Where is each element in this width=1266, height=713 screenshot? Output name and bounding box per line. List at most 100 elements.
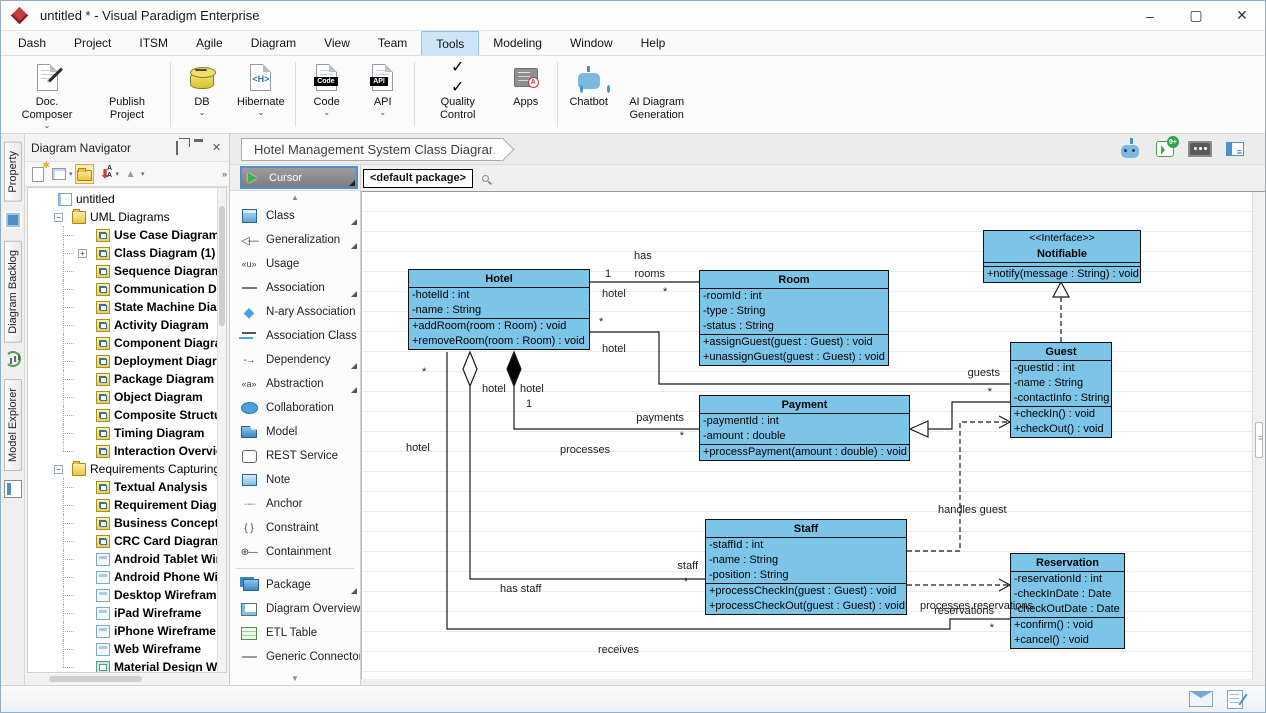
tree-item-ipad-wireframe[interactable]: iPad Wireframe bbox=[28, 604, 217, 622]
toolbar-button-apps[interactable]: AApps bbox=[498, 56, 554, 133]
menu-item-diagram[interactable]: Diagram bbox=[237, 31, 310, 55]
uml-class-notifiable[interactable]: <<Interface>>Notifiable+notify(message :… bbox=[983, 230, 1141, 283]
toolbar-button-doc-composer[interactable]: Doc. Composer⌄ bbox=[7, 56, 87, 133]
tree-item-requirements-capturing[interactable]: −Requirements Capturing bbox=[28, 460, 217, 478]
tree-vertical-scrollbar[interactable] bbox=[217, 188, 226, 672]
edge-label-hotel[interactable]: hotel bbox=[520, 383, 544, 396]
tree-item-business-concept-diagram[interactable]: Business Concept Diagram bbox=[28, 514, 217, 532]
edge-label-[interactable]: * bbox=[422, 366, 426, 379]
palette-item-rest-service[interactable]: REST Service bbox=[230, 444, 360, 468]
edge-label-has[interactable]: has bbox=[634, 250, 652, 263]
class-attribute[interactable]: -amount : double bbox=[700, 429, 909, 444]
generalization-guest-payment[interactable] bbox=[928, 402, 1010, 429]
tree-expander-minus-icon[interactable]: − bbox=[54, 465, 63, 474]
toolbar-button-quality-control[interactable]: ✓✓Quality Control bbox=[418, 56, 498, 133]
class-operation[interactable]: +addRoom(room : Room) : void bbox=[409, 319, 589, 334]
tree-item-sequence-diagram[interactable]: Sequence Diagram bbox=[28, 262, 217, 280]
class-operation[interactable]: +processCheckOut(guest : Guest) : void bbox=[706, 599, 906, 614]
tree-item-android-tablet-wireframe[interactable]: Android Tablet Wireframe bbox=[28, 550, 217, 568]
notes-icon[interactable] bbox=[1227, 690, 1243, 709]
edge-label-hotel[interactable]: hotel bbox=[602, 288, 626, 301]
palette-item-collaboration[interactable]: Collaboration bbox=[230, 396, 360, 420]
class-attribute[interactable]: -position : String bbox=[706, 568, 906, 583]
tree-expander-plus-icon[interactable]: + bbox=[78, 249, 87, 258]
palette-item-constraint[interactable]: Constraint bbox=[230, 516, 360, 540]
class-operation[interactable]: +confirm() : void bbox=[1011, 618, 1124, 633]
palette-item-dependency[interactable]: Dependency bbox=[230, 348, 360, 372]
edge-label-[interactable]: * bbox=[663, 286, 667, 299]
menu-item-window[interactable]: Window bbox=[556, 31, 627, 55]
uml-class-guest[interactable]: Guest-guestId : int-name : String-contac… bbox=[1010, 342, 1112, 438]
tree-item-web-wireframe[interactable]: Web Wireframe bbox=[28, 640, 217, 658]
tree-item-iphone-wireframe[interactable]: iPhone Wireframe bbox=[28, 622, 217, 640]
toolbar-button-ai-diagram-generation[interactable]: AI Diagram Generation bbox=[617, 56, 697, 133]
edge-label-processes[interactable]: processes bbox=[560, 444, 610, 457]
tree-item-deployment-diagram[interactable]: Deployment Diagram bbox=[28, 352, 217, 370]
edge-label-1[interactable]: 1 bbox=[605, 268, 611, 281]
dropdown-caret-icon[interactable]: ▾ bbox=[69, 170, 73, 178]
sort-icon[interactable]: ⬇ bbox=[96, 164, 115, 184]
uml-class-hotel[interactable]: Hotel-hotelId : int-name : String+addRoo… bbox=[408, 269, 590, 350]
tree-item-uml-diagrams[interactable]: −UML Diagrams bbox=[28, 208, 217, 226]
menu-item-tools[interactable]: Tools bbox=[421, 31, 479, 55]
edge-label-rooms[interactable]: rooms bbox=[634, 268, 665, 281]
toolbar-button-api[interactable]: APIAPI⌄ bbox=[355, 56, 411, 133]
edge-label-processes-reservations[interactable]: processes reservations bbox=[920, 600, 1033, 613]
palette-item-package[interactable]: Package bbox=[230, 573, 360, 597]
breadcrumb[interactable]: Hotel Management System Class Diagram bbox=[241, 138, 504, 161]
palette-item-generalization[interactable]: Generalization bbox=[230, 228, 360, 252]
edge-label-receives[interactable]: receives bbox=[598, 644, 639, 657]
toolbar-button-hibernate[interactable]: <H>Hibernate⌄ bbox=[230, 56, 292, 133]
open-folder-icon[interactable] bbox=[75, 164, 94, 184]
uml-class-staff[interactable]: Staff-staffId : int-name : String-positi… bbox=[705, 519, 907, 615]
panel-view-icon[interactable] bbox=[1223, 138, 1247, 160]
palette-item-association-class[interactable]: Association Class bbox=[230, 324, 360, 348]
float-icon[interactable] bbox=[170, 142, 183, 154]
tree-item-material-design-wireframe[interactable]: Material Design Wireframe bbox=[28, 658, 217, 672]
pin-icon[interactable] bbox=[190, 142, 203, 154]
chatbot-icon[interactable] bbox=[1118, 138, 1142, 160]
toolbar-button-code[interactable]: CodeCode⌄ bbox=[299, 56, 355, 133]
palette-item-containment[interactable]: Containment bbox=[230, 540, 360, 564]
class-attribute[interactable]: -name : String bbox=[409, 303, 589, 318]
edge-label-hotel[interactable]: hotel bbox=[602, 343, 626, 356]
menu-item-project[interactable]: Project bbox=[60, 31, 125, 55]
edge-label-[interactable]: * bbox=[680, 430, 684, 443]
minimize-button[interactable]: – bbox=[1127, 1, 1173, 30]
edge-label-payments[interactable]: payments bbox=[636, 412, 684, 425]
side-tab-diagram-backlog[interactable]: Diagram Backlog bbox=[4, 241, 22, 343]
edge-label-[interactable]: * bbox=[599, 316, 603, 329]
palette-item-class[interactable]: Class bbox=[230, 204, 360, 228]
palette-item-anchor[interactable]: Anchor bbox=[230, 492, 360, 516]
overflow-icon[interactable]: » bbox=[222, 169, 226, 179]
magnifier-icon[interactable] bbox=[482, 175, 489, 182]
class-attribute[interactable]: -contactInfo : String bbox=[1011, 391, 1111, 406]
palette-scroll-down-icon[interactable]: ▼ bbox=[230, 672, 360, 685]
side-tab-property[interactable]: Property bbox=[4, 142, 22, 202]
whats-new-icon[interactable]: 9+ bbox=[1153, 138, 1177, 160]
dependency-staff-guest[interactable] bbox=[907, 422, 1008, 551]
class-attribute[interactable]: -staffId : int bbox=[706, 538, 906, 553]
mail-icon[interactable] bbox=[1189, 691, 1213, 707]
new-diagram-icon[interactable]: ✱ bbox=[28, 164, 47, 184]
toolbar-button-db[interactable]: DB⌄ bbox=[174, 56, 230, 133]
edge-label-hotel[interactable]: hotel bbox=[406, 442, 430, 455]
edge-label-hotel[interactable]: hotel bbox=[482, 383, 506, 396]
edge-label-[interactable]: * bbox=[684, 576, 688, 589]
class-operation[interactable]: +processCheckIn(guest : Guest) : void bbox=[706, 584, 906, 599]
property-panel-icon[interactable] bbox=[4, 211, 22, 229]
edge-label-handles-guest[interactable]: handles guest bbox=[938, 504, 1007, 517]
palette-scroll-up-icon[interactable]: ▲ bbox=[230, 191, 360, 204]
tree-item-crc-card-diagram[interactable]: CRC Card Diagram bbox=[28, 532, 217, 550]
uml-class-payment[interactable]: Payment-paymentId : int-amount : double+… bbox=[699, 395, 910, 461]
class-operation[interactable]: +processPayment(amount : double) : void bbox=[700, 445, 909, 460]
side-tab-model-explorer[interactable]: Model Explorer bbox=[4, 379, 22, 471]
class-operation[interactable]: +unassignGuest(guest : Guest) : void bbox=[700, 350, 888, 365]
class-operation[interactable]: +checkOut() : void bbox=[1011, 422, 1111, 437]
tree-item-timing-diagram[interactable]: Timing Diagram bbox=[28, 424, 217, 442]
edge-label-[interactable]: * bbox=[990, 622, 994, 635]
menu-item-team[interactable]: Team bbox=[364, 31, 421, 55]
class-operation[interactable]: +assignGuest(guest : Guest) : void bbox=[700, 335, 888, 350]
class-attribute[interactable]: -guestId : int bbox=[1011, 361, 1111, 376]
palette-item-n-ary-association[interactable]: N-ary Association bbox=[230, 300, 360, 324]
